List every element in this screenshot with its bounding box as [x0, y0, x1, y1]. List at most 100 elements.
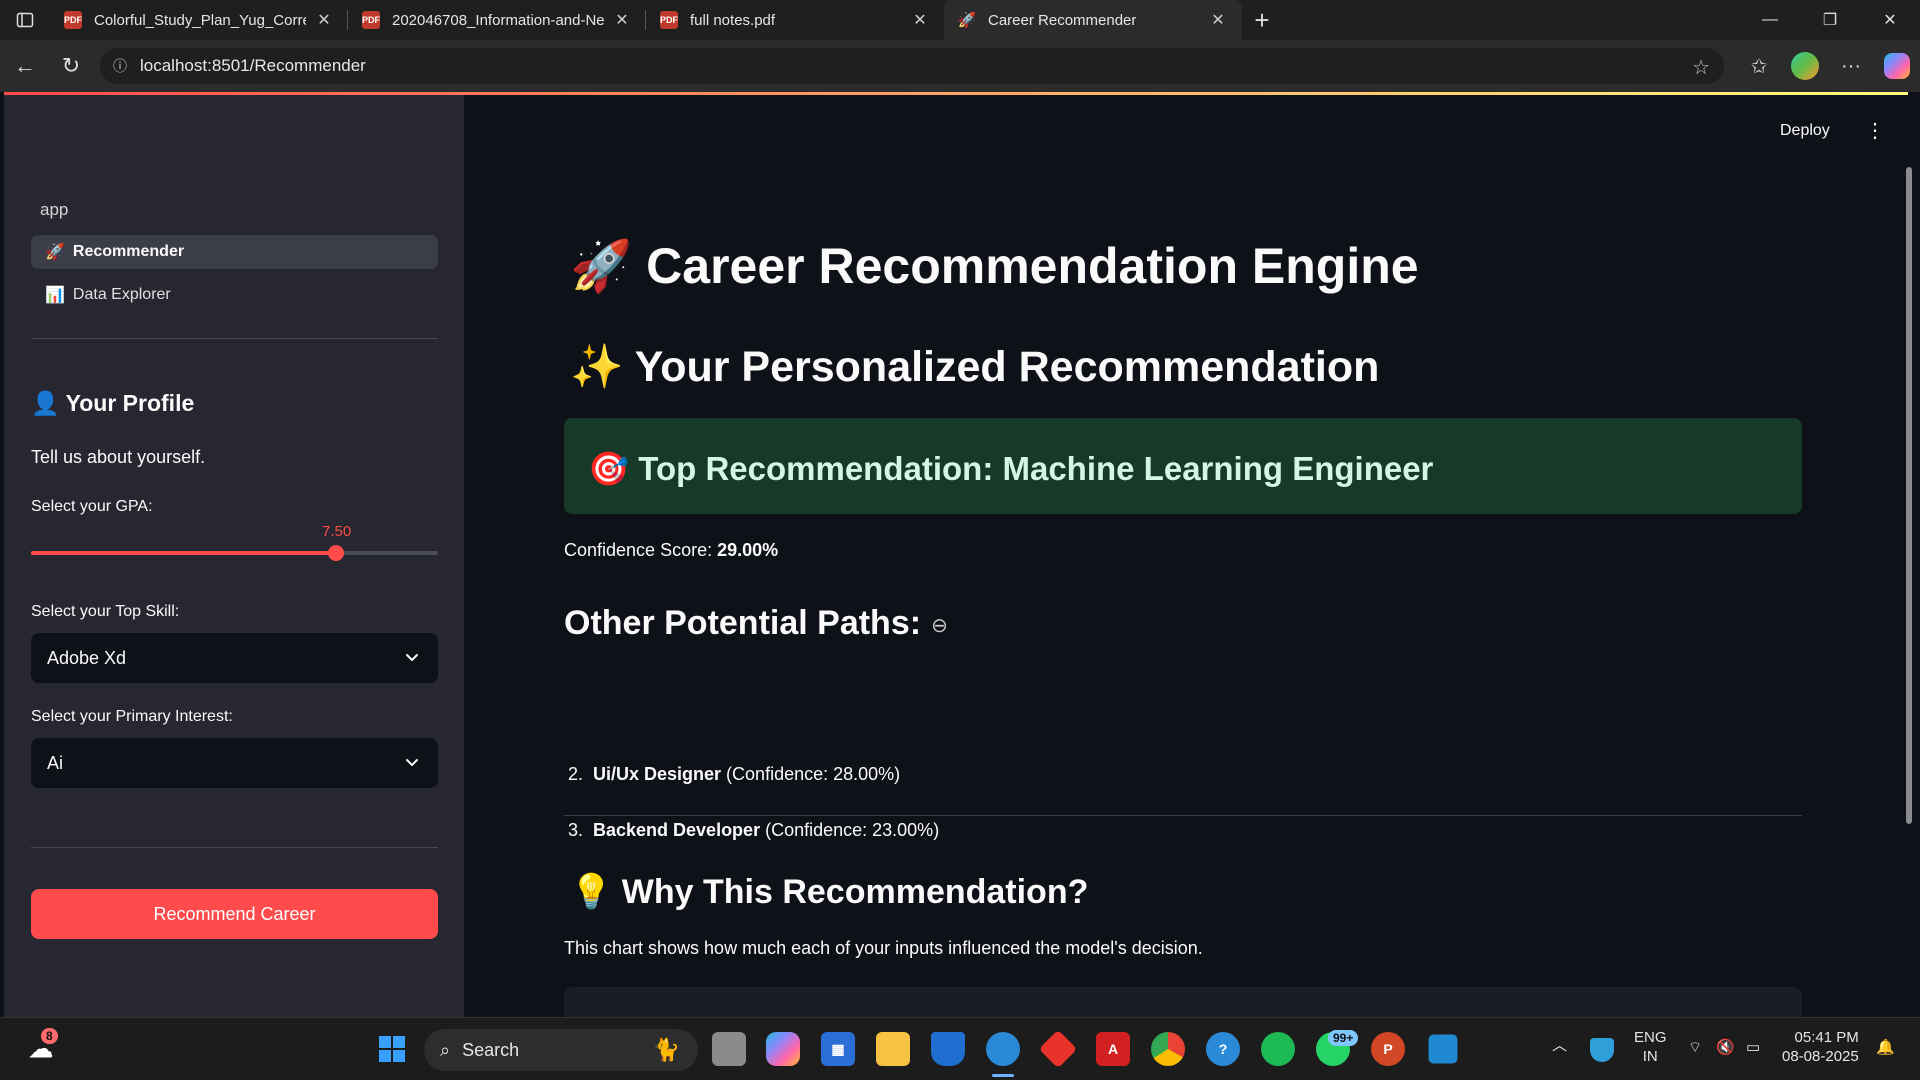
copilot-icon[interactable] [1884, 53, 1910, 79]
favorites-button[interactable]: ✩ [1736, 46, 1782, 86]
search-label: Search [462, 1039, 520, 1060]
taskbar: ☁ 8 ⌕ Search 🐈 ▦ A ? 99+ P ︿ ENG IN ⌔ 🔇 … [0, 1017, 1920, 1080]
show-hidden-icons-chevron-icon[interactable]: ︿ [1552, 1036, 1567, 1055]
clock[interactable]: 05:41 PM 08-08-2025 [1782, 1028, 1859, 1066]
lang-top: ENG [1634, 1029, 1667, 1046]
profile-avatar[interactable] [1791, 52, 1819, 80]
address-bar[interactable]: ⓘ localhost:8501/Recommender ☆ [100, 48, 1724, 84]
clock-date: 08-08-2025 [1782, 1048, 1859, 1065]
scrollbar[interactable] [1906, 167, 1912, 824]
chevron-down-icon [406, 759, 418, 766]
page-title: 🚀 Career Recommendation Engine [570, 238, 1419, 294]
confidence-value: 29.00% [717, 540, 779, 560]
why-heading: 💡 Why This Recommendation? [570, 873, 1089, 911]
close-tab-icon[interactable]: ✕ [910, 10, 930, 30]
new-tab-button[interactable]: + [1242, 0, 1282, 40]
sidebar-item-label: Recommender [72, 243, 185, 260]
edge-dev-icon[interactable]: ? [1206, 1032, 1240, 1066]
pdf-icon: PDF [660, 11, 678, 29]
git-icon[interactable] [1038, 1029, 1078, 1069]
site-info-icon[interactable]: ⓘ [100, 56, 140, 76]
tab-actions-button[interactable] [0, 0, 50, 40]
close-tab-icon[interactable]: ✕ [1208, 10, 1228, 30]
browser-tab-strip: PDF Colorful_Study_Plan_Yug_Corrected ✕ … [0, 0, 1920, 40]
bar-chart-icon: 📊 [45, 287, 65, 304]
skill-select[interactable]: Adobe Xd [31, 633, 438, 683]
start-button[interactable] [375, 1032, 409, 1066]
search-icon: ⌕ [440, 1039, 451, 1060]
recommend-career-button[interactable]: Recommend Career [31, 889, 438, 939]
acrobat-icon[interactable]: A [1096, 1032, 1130, 1066]
taskbar-search[interactable]: ⌕ Search 🐈 [424, 1029, 698, 1071]
skill-label: Select your Top Skill: [31, 603, 180, 620]
lang-bottom: IN [1642, 1048, 1658, 1065]
plus-icon: + [1254, 4, 1270, 35]
sidebar-item-data-explorer[interactable]: 📊 Data Explorer [31, 278, 438, 312]
defender-shield-icon[interactable] [931, 1032, 965, 1066]
sidebar-item-recommender[interactable]: 🚀 Recommender [31, 235, 438, 269]
path-confidence: (Confidence: 23.00%) [760, 820, 940, 840]
window-controls: — ❐ ✕ [1740, 0, 1920, 40]
spotify-icon[interactable] [1261, 1032, 1295, 1066]
path-confidence: (Confidence: 28.00%) [721, 764, 901, 784]
minimize-button[interactable]: — [1740, 0, 1800, 40]
close-window-button[interactable]: ✕ [1860, 0, 1920, 40]
path-name: Ui/Ux Designer [593, 764, 722, 784]
streamlit-app: app 🚀 Recommender 📊 Data Explorer 👤 Your… [0, 92, 1920, 1027]
back-button[interactable]: ← [2, 46, 48, 86]
restore-button[interactable]: ❐ [1800, 0, 1860, 40]
rocket-icon: 🚀 [45, 244, 65, 261]
windows-logo-icon [379, 1036, 405, 1062]
active-app-indicator [992, 1074, 1014, 1077]
chrome-icon[interactable] [1151, 1032, 1185, 1066]
wifi-icon[interactable]: ⌔ [1688, 1038, 1702, 1057]
toolbar-right: ✩ ··· [1736, 40, 1920, 92]
edge-icon[interactable] [986, 1032, 1020, 1066]
confidence-score: Confidence Score: 29.00% [564, 540, 778, 561]
notification-bell-icon[interactable]: 🔔 [1876, 1038, 1895, 1057]
interest-select-value: Ai [47, 752, 64, 773]
ellipsis-icon: ··· [1841, 54, 1861, 77]
url-text[interactable]: localhost:8501/Recommender [140, 56, 366, 76]
close-tab-icon[interactable]: ✕ [612, 10, 632, 30]
pdf-icon: PDF [64, 11, 82, 29]
volume-muted-icon[interactable]: 🔇 [1716, 1038, 1735, 1057]
browser-tab[interactable]: PDF 202046708_Information-and-Network ✕ [348, 0, 646, 40]
list-item: 3. Backend Developer (Confidence: 23.00%) [568, 820, 939, 841]
gpa-slider-thumb[interactable] [328, 545, 345, 561]
browser-tab[interactable]: PDF Colorful_Study_Plan_Yug_Corrected ✕ [50, 0, 348, 40]
powerpoint-icon[interactable]: P [1371, 1032, 1405, 1066]
close-icon: ✕ [1883, 12, 1897, 29]
browser-tab[interactable]: PDF full notes.pdf ✕ [646, 0, 944, 40]
reload-button[interactable]: ↻ [48, 46, 94, 86]
interest-label: Select your Primary Interest: [31, 708, 233, 725]
main-menu-button[interactable]: ⋮ [1865, 118, 1885, 142]
close-tab-icon[interactable]: ✕ [314, 10, 334, 30]
battery-icon[interactable]: ▭ [1746, 1038, 1760, 1057]
confidence-label: Confidence Score: [564, 540, 718, 560]
interest-select[interactable]: Ai [31, 738, 438, 788]
task-view-icon[interactable] [712, 1032, 746, 1066]
store-icon[interactable]: ▦ [821, 1032, 855, 1066]
gpa-slider[interactable] [31, 545, 438, 561]
reload-icon: ↻ [61, 53, 81, 78]
weather-badge: 8 [41, 1028, 58, 1044]
file-explorer-icon[interactable] [876, 1032, 910, 1066]
list-item: 2. Ui/Ux Designer (Confidence: 28.00%) [568, 764, 900, 785]
security-tray-icon[interactable] [1590, 1038, 1614, 1062]
vscode-icon[interactable] [1428, 1034, 1458, 1064]
more-menu-button[interactable]: ··· [1828, 46, 1874, 86]
sidebar: app 🚀 Recommender 📊 Data Explorer 👤 Your… [4, 95, 464, 1017]
link-icon[interactable]: ⊖ [931, 613, 948, 638]
deploy-button[interactable]: Deploy [1780, 122, 1830, 140]
why-description: This chart shows how much each of your i… [564, 938, 1203, 958]
other-paths-heading: Other Potential Paths: ⊖ [564, 604, 948, 643]
search-highlight-icon: 🐈 [652, 1037, 680, 1062]
skill-select-value: Adobe Xd [47, 647, 127, 668]
language-indicator[interactable]: ENG IN [1634, 1028, 1667, 1066]
favorite-star-icon[interactable]: ☆ [1692, 55, 1710, 80]
copilot-icon[interactable] [766, 1032, 800, 1066]
sidebar-app-label: app [40, 200, 69, 219]
browser-tab-active[interactable]: 🚀 Career Recommender ✕ [944, 0, 1242, 40]
tab-title: Career Recommender [988, 11, 1137, 29]
